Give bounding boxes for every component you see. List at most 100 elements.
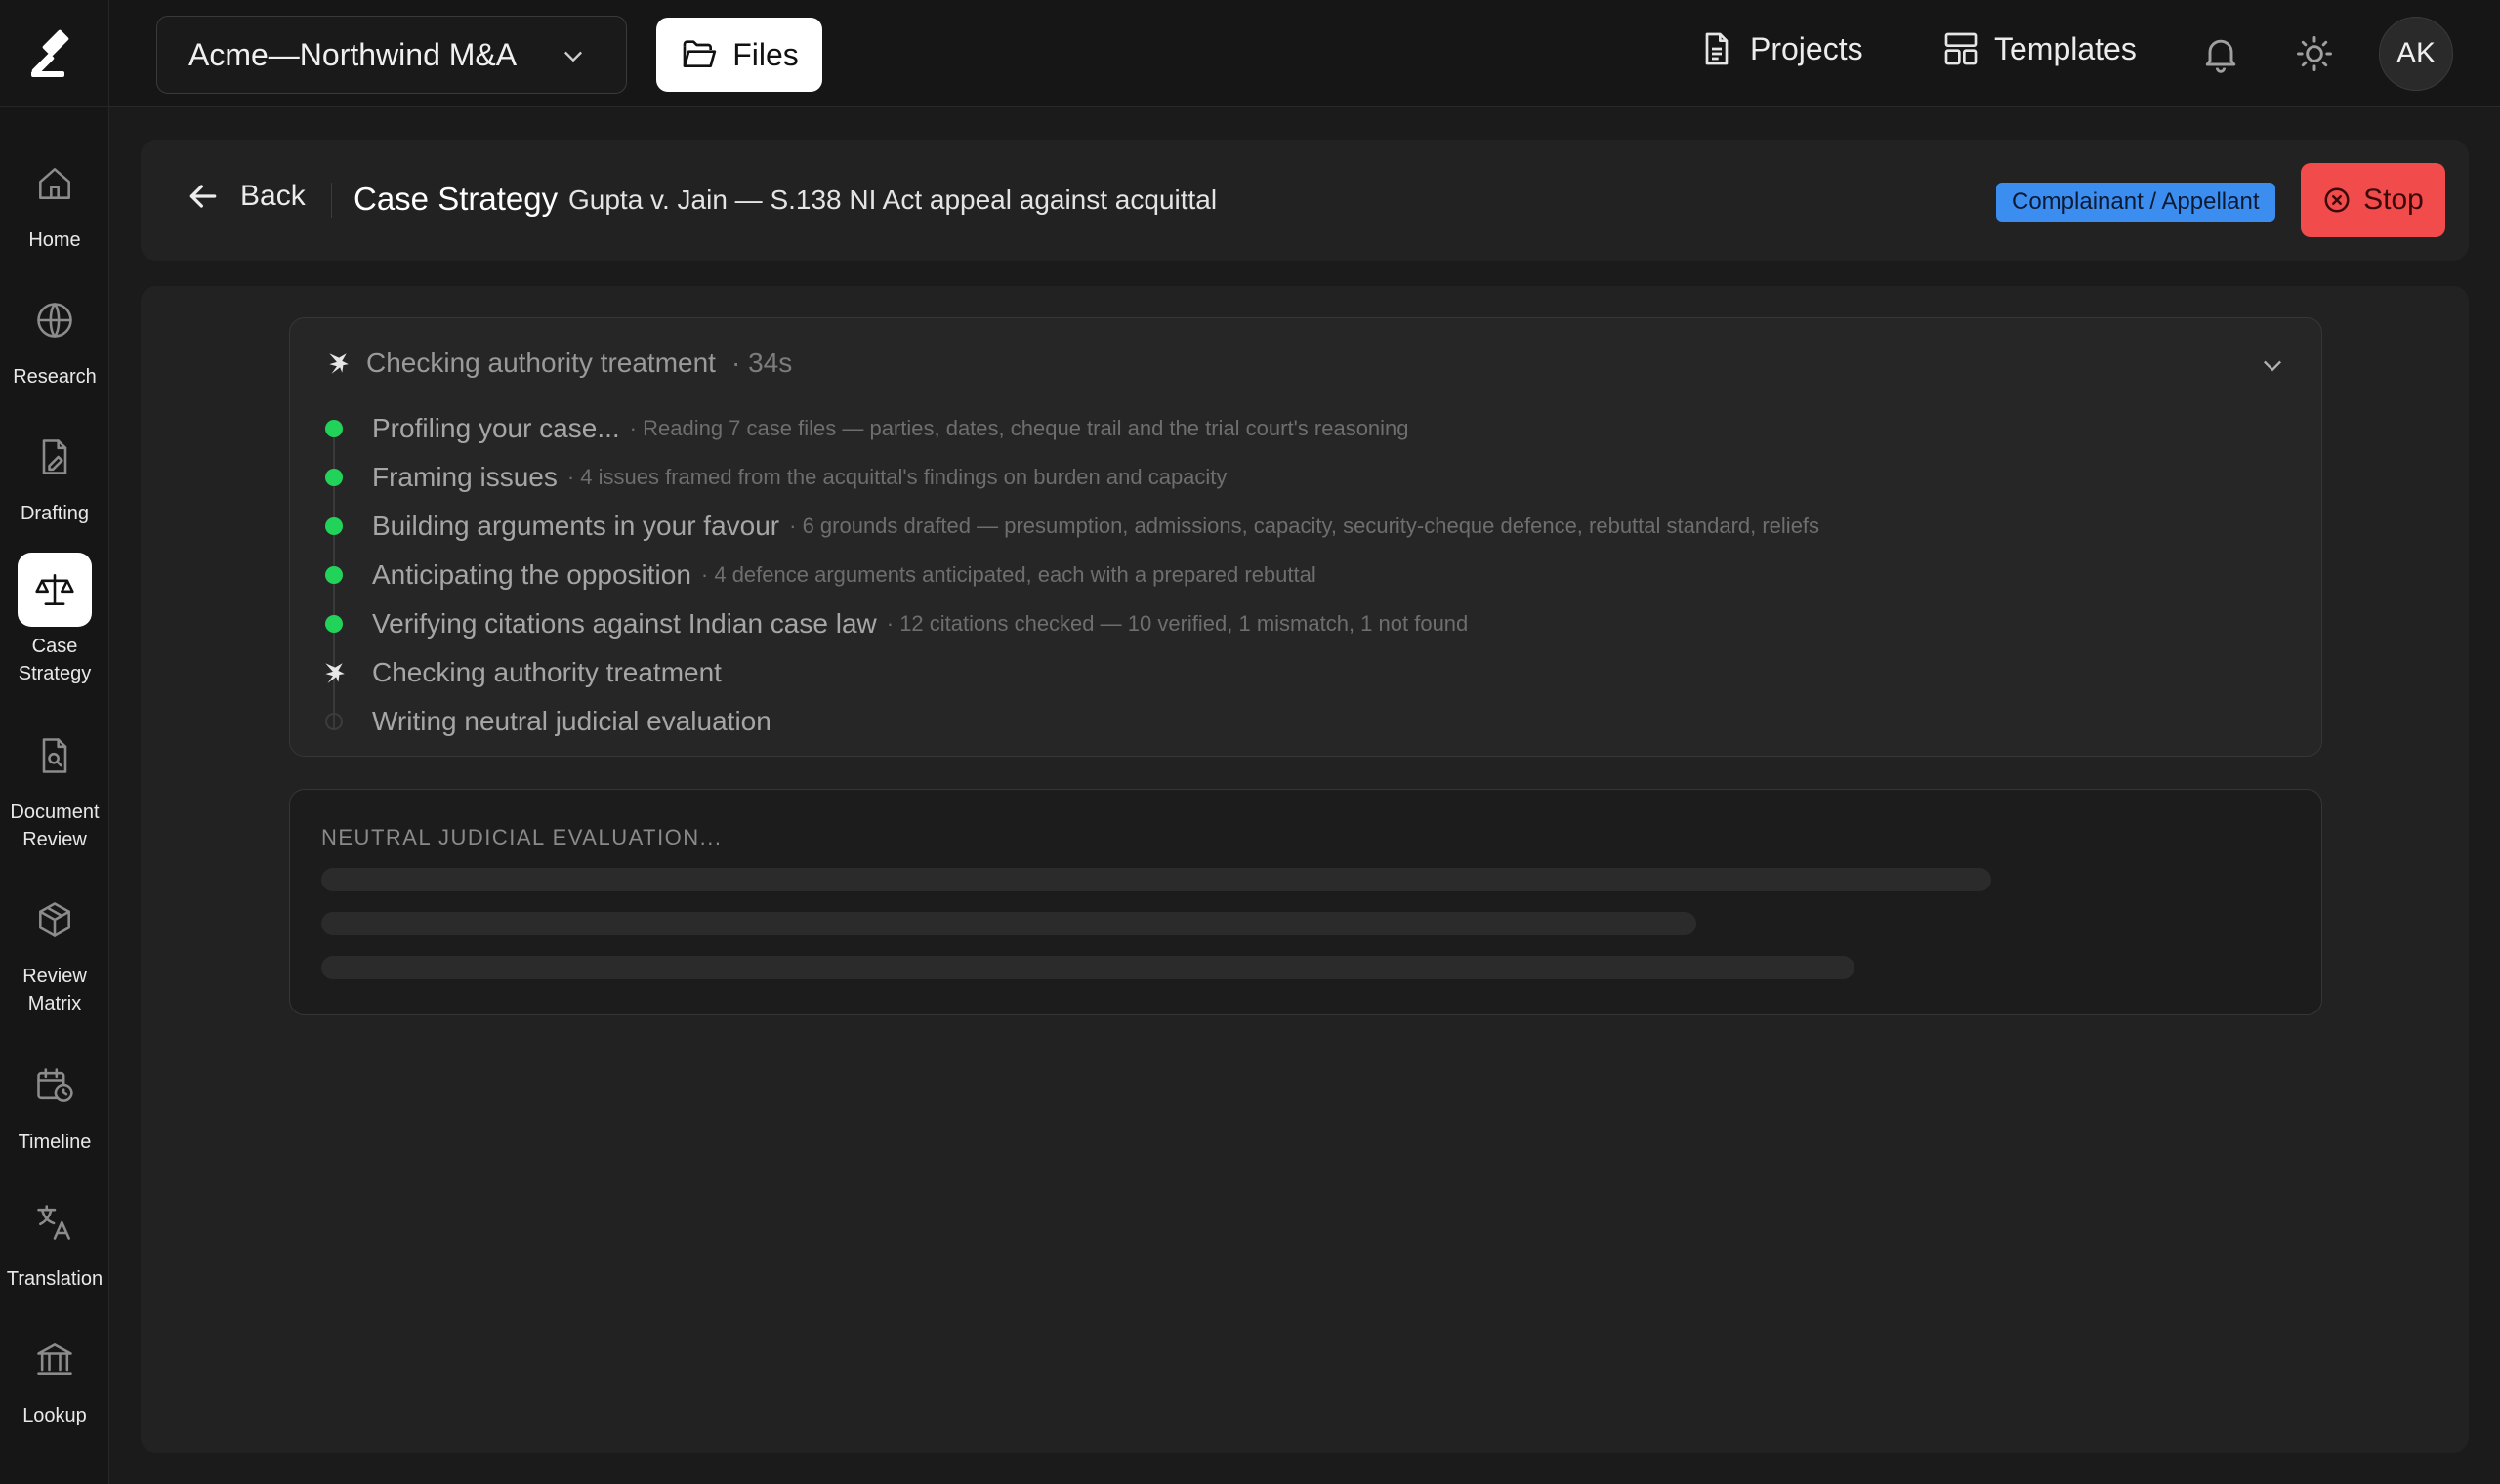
- globe-icon: [37, 303, 72, 338]
- step-detail: · 4 defence arguments anticipated, each …: [700, 562, 1316, 587]
- document-search-icon: [42, 738, 67, 773]
- progress-step: Profiling your case... · Reading 7 case f…: [325, 404, 2278, 486]
- sidebar-item-label: Research: [13, 366, 97, 388]
- progress-current-label: Checking authority treatment: [366, 348, 716, 378]
- home-icon: [39, 168, 70, 199]
- progress-step: Building arguments in your favour · 6 gro…: [325, 502, 2278, 584]
- progress-card: Checking authority treatment · 34s Profi…: [289, 317, 2322, 757]
- sidebar: Home Research Drafting Case Strategy Documen…: [0, 0, 109, 1484]
- files-button[interactable]: Files: [656, 18, 822, 92]
- chevron-down-icon: [564, 51, 582, 62]
- sun-icon[interactable]: [2293, 32, 2336, 75]
- home-icon-wrap: [18, 146, 92, 221]
- scales-icon-wrap: [18, 553, 92, 627]
- sidebar-item-research[interactable]: Research: [0, 283, 109, 391]
- sidebar-item-label: Document Review: [10, 802, 100, 850]
- bank-icon: [37, 1343, 72, 1375]
- scales-icon: [35, 574, 74, 605]
- sidebar-item-document-review[interactable]: Document Review: [0, 719, 109, 853]
- document-icon: [1705, 32, 1729, 65]
- folder-open-icon: [683, 40, 717, 67]
- cube-icon-wrap: [18, 883, 92, 957]
- avatar-initials: AK: [2396, 37, 2437, 69]
- sidebar-item-translation[interactable]: Translation: [0, 1185, 109, 1293]
- app-logo[interactable]: [0, 0, 109, 107]
- sidebar-item-case-strategy[interactable]: Case Strategy: [0, 553, 109, 687]
- progress-step: Anticipating the opposition · 4 defence a…: [325, 551, 2278, 633]
- progress-step: Verifying citations against Indian case …: [325, 599, 2278, 681]
- sidebar-item-label: Case Strategy: [18, 636, 92, 684]
- role-badge: Complainant / Appellant: [1996, 183, 2275, 222]
- sidebar-item-lookup[interactable]: Lookup: [0, 1322, 109, 1429]
- progress-elapsed: · 34s: [730, 348, 793, 378]
- workspace-name: Acme—Northwind M&A: [188, 36, 518, 72]
- step-detail: · 6 grounds drafted — presumption, admis…: [789, 514, 1820, 538]
- sparkle-icon: [325, 663, 345, 683]
- step-detail: · Reading 7 case files — parties, dates,…: [629, 416, 1409, 440]
- calendar-clock-icon: [37, 1068, 73, 1102]
- progress-step: Checking authority treatment: [325, 648, 2278, 730]
- translate-icon-wrap: [18, 1185, 92, 1259]
- document-pen-icon: [42, 439, 67, 474]
- page-title: Case Strategy: [354, 181, 559, 217]
- step-label: Framing issues: [372, 462, 558, 492]
- step-done-dot: [325, 566, 343, 584]
- evaluation-title: NEUTRAL JUDICIAL EVALUATION...: [321, 825, 723, 849]
- gavel-logo-icon: [31, 29, 69, 77]
- skeleton-line: [321, 956, 1854, 979]
- sidebar-item-timeline[interactable]: Timeline: [0, 1049, 109, 1156]
- bell-icon[interactable]: [2199, 32, 2242, 75]
- sidebar-item-label: Timeline: [18, 1132, 92, 1153]
- header-divider: [331, 183, 332, 218]
- layout-template-icon: [1944, 32, 1978, 65]
- files-label: Files: [732, 36, 799, 72]
- evaluation-card: NEUTRAL JUDICIAL EVALUATION...: [289, 789, 2322, 1015]
- projects-link[interactable]: Projects: [1697, 29, 1863, 68]
- stop-circle-icon: [2324, 187, 2350, 213]
- progress-step: Writing neutral judicial evaluation: [325, 697, 2278, 746]
- sparkle-icon: [329, 353, 349, 374]
- sidebar-item-review-matrix[interactable]: Review Matrix: [0, 883, 109, 1017]
- projects-label: Projects: [1750, 30, 1863, 66]
- globe-icon-wrap: [18, 283, 92, 357]
- case-subtitle: Gupta v. Jain — S.138 NI Act appeal agai…: [568, 185, 1218, 215]
- step-label: Checking authority treatment: [372, 657, 722, 687]
- sidebar-item-drafting[interactable]: Drafting: [0, 420, 109, 527]
- step-label: Building arguments in your favour: [372, 511, 780, 541]
- progress-steps: Profiling your case... · Reading 7 case f…: [325, 404, 2278, 746]
- workspace-selector[interactable]: Acme—Northwind M&A: [156, 16, 627, 94]
- arrow-left-icon: [189, 185, 217, 208]
- sidebar-item-label: Review Matrix: [22, 966, 87, 1014]
- step-label: Profiling your case...: [372, 413, 620, 443]
- stop-button[interactable]: Stop: [2301, 163, 2445, 237]
- templates-label: Templates: [1994, 30, 2137, 66]
- back-label: Back: [240, 180, 306, 212]
- step-label: Writing neutral judicial evaluation: [372, 706, 771, 736]
- step-detail: · 12 citations checked — 10 verified, 1 …: [886, 611, 1469, 636]
- step-detail: · 4 issues framed from the acquittal's f…: [566, 465, 1228, 489]
- sidebar-item-home[interactable]: Home: [0, 146, 109, 254]
- user-avatar[interactable]: AK: [2379, 17, 2453, 91]
- cube-icon: [39, 902, 70, 937]
- stop-label: Stop: [2363, 184, 2424, 216]
- progress-header[interactable]: Checking authority treatment · 34s: [325, 348, 792, 379]
- progress-step: Framing issues · 4 issues framed from the…: [325, 453, 2278, 535]
- translate-icon: [37, 1205, 70, 1240]
- step-label: Verifying citations against Indian case …: [372, 608, 877, 639]
- calendar-clock-icon-wrap: [18, 1049, 92, 1123]
- step-label: Anticipating the opposition: [372, 559, 691, 590]
- back-button[interactable]: Back: [184, 177, 306, 216]
- page-header: Back Case Strategy Gupta v. Jain — S.138…: [141, 140, 2469, 261]
- step-done-dot: [325, 469, 343, 486]
- skeleton-line: [321, 868, 1991, 891]
- chevron-down-icon[interactable]: [2259, 351, 2286, 379]
- document-search-icon-wrap: [18, 719, 92, 793]
- sidebar-item-label: Lookup: [22, 1405, 87, 1426]
- bank-icon-wrap: [18, 1322, 92, 1396]
- step-done-dot: [325, 517, 343, 535]
- templates-link[interactable]: Templates: [1941, 29, 2137, 68]
- top-bar: Acme—Northwind M&A Files Projects Templa…: [109, 0, 2500, 107]
- sidebar-item-label: Drafting: [20, 503, 90, 524]
- main-panel: Checking authority treatment · 34s Profi…: [141, 286, 2469, 1453]
- step-pending-dot: [325, 713, 343, 730]
